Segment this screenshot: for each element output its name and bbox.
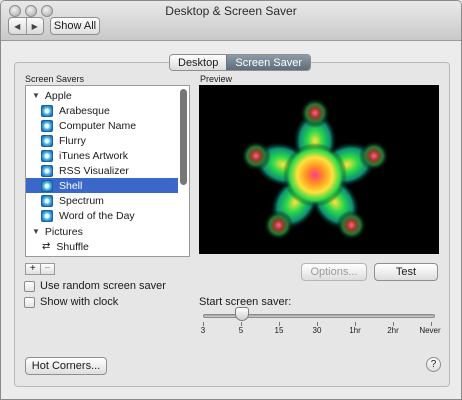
- screen-saver-icon: [41, 149, 53, 162]
- screen-saver-icon: [41, 119, 53, 132]
- list-item-label: iTunes Artwork: [59, 149, 129, 162]
- list-item[interactable]: Word of the Day: [26, 208, 178, 223]
- screen-saver-icon: [41, 134, 53, 147]
- list-item-label: Spectrum: [59, 194, 104, 207]
- tab-screen-saver[interactable]: Screen Saver: [226, 55, 311, 70]
- shell-animation-image: [241, 98, 389, 241]
- list-item-label: Flurry: [59, 134, 86, 147]
- screen-saver-list[interactable]: ▼ Apple Arabesque Computer Name Flurry i…: [25, 85, 190, 257]
- screen-saver-icon: [41, 164, 53, 177]
- add-remove-control: + −: [25, 263, 55, 275]
- slider-knob[interactable]: [235, 307, 249, 321]
- preview-label: Preview: [200, 74, 233, 84]
- screen-savers-label: Screen Savers: [25, 74, 85, 84]
- title-bar: Desktop & Screen Saver ◀ ▶ Show All: [1, 1, 461, 41]
- checkbox-box[interactable]: [24, 280, 35, 292]
- shuffle-icon: ⇄: [42, 241, 51, 252]
- show-with-clock-checkbox[interactable]: Show with clock: [24, 296, 118, 308]
- list-item-label: Word of the Day: [59, 209, 135, 222]
- list-item[interactable]: Arabesque: [26, 103, 178, 118]
- disclosure-triangle-icon[interactable]: ▼: [32, 227, 40, 236]
- screen-saver-preview: [199, 85, 439, 254]
- window-title: Desktop & Screen Saver: [165, 4, 297, 18]
- checkbox-label: Show with clock: [40, 296, 119, 308]
- back-forward-control: ◀ ▶: [8, 17, 44, 35]
- disclosure-triangle-icon[interactable]: ▼: [32, 91, 40, 100]
- list-item[interactable]: Flurry: [26, 133, 178, 148]
- options-button[interactable]: Options...: [301, 263, 367, 281]
- help-icon[interactable]: ?: [426, 357, 441, 372]
- tick-label-never: Never: [419, 326, 441, 335]
- remove-button[interactable]: −: [39, 264, 55, 274]
- list-item[interactable]: ⇄ Shuffle: [26, 239, 178, 254]
- back-arrow-icon[interactable]: ◀: [9, 18, 26, 34]
- list-item-label: Computer Name: [59, 119, 137, 132]
- group-label: Pictures: [44, 225, 83, 238]
- checkbox-label: Use random screen saver: [40, 280, 166, 292]
- list-item[interactable]: iTunes Artwork: [26, 148, 178, 163]
- list-item-label: Shuffle: [56, 240, 89, 253]
- forward-arrow-icon[interactable]: ▶: [25, 18, 44, 34]
- list-group-pictures[interactable]: ▼ Pictures: [26, 224, 178, 239]
- add-button[interactable]: +: [26, 264, 40, 274]
- list-scrollbar[interactable]: [180, 89, 187, 185]
- random-screen-saver-checkbox[interactable]: Use random screen saver: [24, 280, 166, 292]
- list-item-label: RSS Visualizer: [59, 164, 129, 177]
- list-item[interactable]: RSS Visualizer: [26, 163, 178, 178]
- checkbox-box[interactable]: [24, 296, 35, 308]
- tick-label-30: 30: [312, 326, 322, 335]
- tab-bar: Desktop Screen Saver: [169, 54, 312, 71]
- screen-saver-icon: [41, 209, 53, 222]
- tick-label-15: 15: [274, 326, 284, 335]
- hot-corners-button[interactable]: Hot Corners...: [25, 357, 107, 375]
- tick-label-2hr: 2hr: [387, 326, 399, 335]
- list-item-selected[interactable]: Shell: [26, 178, 178, 193]
- screen-saver-icon: [41, 194, 53, 207]
- preferences-window: Desktop & Screen Saver ◀ ▶ Show All Desk…: [0, 0, 462, 400]
- list-item-label: Arabesque: [59, 104, 110, 117]
- test-button[interactable]: Test: [374, 263, 438, 281]
- list-item-label: Shell: [59, 179, 83, 192]
- screen-saver-icon: [41, 179, 53, 192]
- group-label: Apple: [44, 89, 72, 102]
- tick-label-3: 3: [200, 326, 206, 335]
- screen-saver-icon: [41, 104, 53, 117]
- list-group-apple[interactable]: ▼ Apple: [26, 88, 178, 103]
- list-item[interactable]: Computer Name: [26, 118, 178, 133]
- tick-label-1hr: 1hr: [349, 326, 361, 335]
- show-all-button[interactable]: Show All: [50, 17, 100, 35]
- tab-desktop[interactable]: Desktop: [170, 55, 227, 70]
- list-item[interactable]: Spectrum: [26, 193, 178, 208]
- tick-label-5: 5: [238, 326, 244, 335]
